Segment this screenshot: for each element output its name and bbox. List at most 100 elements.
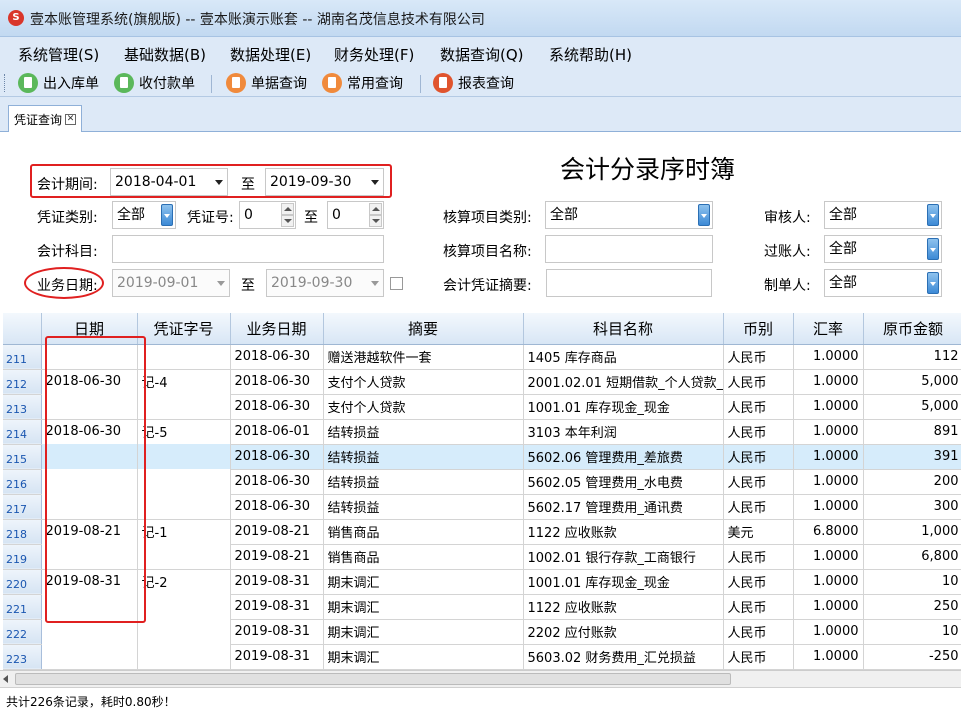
item-type-select[interactable]: 全部: [545, 201, 713, 229]
cell-voucher-no[interactable]: [137, 619, 231, 644]
doc-query-button[interactable]: 单据查询: [226, 72, 307, 94]
cell-amount[interactable]: 300: [863, 494, 961, 520]
biz-date-checkbox[interactable]: [390, 277, 403, 290]
cell-currency[interactable]: 人民币: [723, 569, 794, 595]
cell-summary[interactable]: 期末调汇: [323, 594, 524, 620]
cell-rownum[interactable]: 214: [3, 419, 42, 445]
cell-biz-date[interactable]: 2019-08-31: [230, 569, 324, 595]
cell-voucher-no[interactable]: 记-5: [137, 419, 231, 444]
cell-voucher-no[interactable]: [137, 644, 231, 670]
cell-voucher-no[interactable]: [137, 394, 231, 420]
biz-date-from-select[interactable]: 2019-09-01: [112, 269, 230, 297]
dropdown-button-icon[interactable]: [927, 272, 939, 294]
spin-up-icon[interactable]: [281, 203, 294, 215]
table-row[interactable]: 215 2018-06-30 结转损益 5602.06 管理费用_差旅费 人民币 1.00…: [3, 444, 961, 470]
cell-rate[interactable]: 1.0000: [793, 619, 864, 645]
cell-amount[interactable]: 891: [863, 419, 961, 445]
cell-biz-date[interactable]: 2019-08-31: [230, 619, 324, 645]
cell-currency[interactable]: 人民币: [723, 494, 794, 520]
horizontal-scrollbar[interactable]: [0, 670, 961, 687]
cell-summary[interactable]: 结转损益: [323, 444, 524, 470]
cell-currency[interactable]: 人民币: [723, 644, 794, 670]
cell-biz-date[interactable]: 2019-08-31: [230, 594, 324, 620]
cell-currency[interactable]: 人民币: [723, 344, 794, 370]
column-header-rownum[interactable]: [3, 313, 42, 345]
account-field[interactable]: [112, 235, 384, 263]
cell-rate[interactable]: 1.0000: [793, 544, 864, 570]
cell-rate[interactable]: 1.0000: [793, 644, 864, 670]
cell-rownum[interactable]: 216: [3, 469, 42, 495]
cell-voucher-no[interactable]: 记-2: [137, 569, 231, 594]
table-row[interactable]: 220 2019-08-31 记-2 2019-08-31 期末调汇 1001.01 库存…: [3, 569, 961, 595]
cell-summary[interactable]: 期末调汇: [323, 619, 524, 645]
cell-account[interactable]: 5602.05 管理费用_水电费: [523, 469, 724, 495]
dropdown-button-icon[interactable]: [927, 238, 939, 260]
spin-down-icon[interactable]: [281, 215, 294, 227]
cell-currency[interactable]: 人民币: [723, 619, 794, 645]
table-row[interactable]: 212 2018-06-30 记-4 2018-06-30 支付个人贷款 2001.02.…: [3, 369, 961, 395]
cell-voucher-no[interactable]: [137, 344, 231, 370]
cell-voucher-no[interactable]: [137, 494, 231, 520]
cell-summary[interactable]: 销售商品: [323, 519, 524, 545]
cell-amount[interactable]: 200: [863, 469, 961, 495]
table-row[interactable]: 219 2019-08-21 销售商品 1002.01 银行存款_工商银行 人民币 1.0…: [3, 544, 961, 570]
cell-summary[interactable]: 赠送港越软件一套: [323, 344, 524, 370]
cell-biz-date[interactable]: 2018-06-30: [230, 444, 324, 470]
column-header-account[interactable]: 科目名称: [523, 313, 724, 345]
cell-account[interactable]: 1122 应收账款: [523, 594, 724, 620]
cell-account[interactable]: 1001.01 库存现金_现金: [523, 394, 724, 420]
cell-voucher-no[interactable]: [137, 594, 231, 619]
cell-biz-date[interactable]: 2018-06-30: [230, 394, 324, 420]
cell-amount[interactable]: 250: [863, 594, 961, 620]
column-header-currency[interactable]: 币别: [723, 313, 794, 345]
cell-rownum[interactable]: 221: [3, 594, 42, 620]
common-query-button[interactable]: 常用查询: [322, 72, 403, 94]
cell-summary[interactable]: 结转损益: [323, 419, 524, 445]
reviewer-select[interactable]: 全部: [824, 201, 942, 229]
cell-amount[interactable]: -250: [863, 644, 961, 670]
cell-account[interactable]: 3103 本年利润: [523, 419, 724, 445]
cell-account[interactable]: 5602.06 管理费用_差旅费: [523, 444, 724, 470]
voucher-type-select[interactable]: 全部: [112, 201, 176, 229]
cell-rownum[interactable]: 220: [3, 569, 42, 595]
table-row[interactable]: 222 2019-08-31 期末调汇 2202 应付账款 人民币 1.0000 10: [3, 619, 961, 645]
cell-summary[interactable]: 结转损益: [323, 469, 524, 495]
cell-account[interactable]: 1002.01 银行存款_工商银行: [523, 544, 724, 570]
item-name-field[interactable]: [545, 235, 713, 263]
cell-currency[interactable]: 人民币: [723, 444, 794, 470]
cell-amount[interactable]: 5,000: [863, 394, 961, 420]
cell-voucher-no[interactable]: [137, 444, 231, 469]
cell-rownum[interactable]: 212: [3, 369, 42, 395]
close-icon[interactable]: ✕: [65, 113, 77, 125]
column-header-rate[interactable]: 汇率: [793, 313, 864, 345]
cell-rate[interactable]: 1.0000: [793, 494, 864, 520]
cell-rate[interactable]: 1.0000: [793, 419, 864, 445]
cell-summary[interactable]: 期末调汇: [323, 644, 524, 670]
table-row[interactable]: 218 2019-08-21 记-1 2019-08-21 销售商品 1122 应收账款美…: [3, 519, 961, 545]
spin-up-icon[interactable]: [369, 203, 382, 215]
cell-voucher-no[interactable]: [137, 469, 231, 494]
voucher-no-from-field[interactable]: 0: [239, 201, 296, 229]
cell-biz-date[interactable]: 2019-08-31: [230, 644, 324, 670]
menu-help[interactable]: 系统帮助(H): [549, 44, 632, 65]
tab-voucher-query[interactable]: 凭证查询 ✕: [8, 105, 83, 132]
cell-amount[interactable]: 391: [863, 444, 961, 470]
cell-voucher-no[interactable]: 记-4: [137, 369, 231, 394]
table-row[interactable]: 214 2018-06-30 记-5 2018-06-01 结转损益 3103 本年利润人…: [3, 419, 961, 445]
biz-date-to-select[interactable]: 2019-09-30: [266, 269, 384, 297]
cell-rownum[interactable]: 215: [3, 444, 42, 470]
toolbar-grip[interactable]: [4, 74, 7, 92]
cell-currency[interactable]: 人民币: [723, 394, 794, 420]
cell-voucher-no[interactable]: 记-1: [137, 519, 231, 544]
cell-biz-date[interactable]: 2019-08-21: [230, 519, 324, 545]
column-header-biz-date[interactable]: 业务日期: [230, 313, 324, 345]
cell-account[interactable]: 5602.17 管理费用_通讯费: [523, 494, 724, 520]
cell-biz-date[interactable]: 2018-06-01: [230, 419, 324, 445]
cell-rate[interactable]: 1.0000: [793, 569, 864, 595]
cell-date[interactable]: [41, 644, 138, 670]
cell-biz-date[interactable]: 2018-06-30: [230, 369, 324, 395]
cell-currency[interactable]: 人民币: [723, 369, 794, 395]
cell-summary[interactable]: 支付个人贷款: [323, 394, 524, 420]
cell-rownum[interactable]: 222: [3, 619, 42, 645]
cell-account[interactable]: 5603.02 财务费用_汇兑损益: [523, 644, 724, 670]
